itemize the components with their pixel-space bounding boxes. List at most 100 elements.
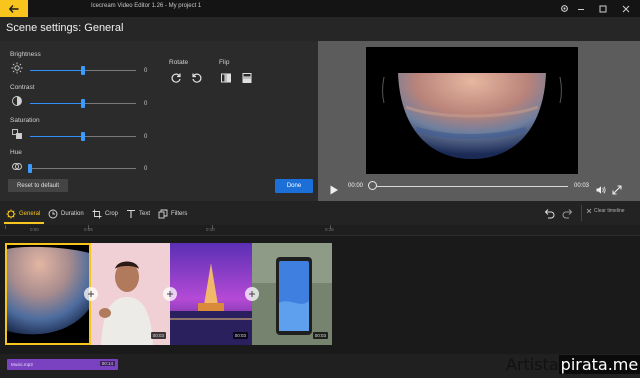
transition-icon xyxy=(167,291,173,297)
audio-clip-duration: 00:14 xyxy=(99,361,115,366)
seek-thumb[interactable] xyxy=(368,181,377,190)
clear-timeline-button[interactable]: Clear timeline xyxy=(586,208,625,214)
clip-duration: 00:03 xyxy=(312,332,328,339)
contrast-value: 0 xyxy=(144,101,148,107)
flip-vertical-icon xyxy=(241,72,252,83)
ruler-tick xyxy=(5,225,6,229)
tab-filters-label: Filters xyxy=(171,210,188,217)
crop-icon xyxy=(92,209,102,218)
hue-slider[interactable] xyxy=(28,164,136,173)
pagoda-thumbnail xyxy=(170,243,252,345)
maximize-icon xyxy=(599,5,607,12)
rotate-ccw-button[interactable] xyxy=(189,70,204,85)
saturation-slider[interactable] xyxy=(30,132,136,141)
rotate-cw-button[interactable] xyxy=(168,70,183,85)
brightness-slider[interactable] xyxy=(30,66,136,75)
slider-track xyxy=(30,168,136,169)
tab-crop-label: Crop xyxy=(105,210,119,217)
gear-icon xyxy=(560,5,568,12)
hue-control: Hue 0 xyxy=(10,149,148,181)
slider-thumb[interactable] xyxy=(81,99,85,108)
gear-icon xyxy=(6,209,16,218)
brightness-label: Brightness xyxy=(10,51,41,58)
ruler-label: 0:15 xyxy=(325,227,334,232)
contrast-label: Contrast xyxy=(10,84,35,91)
play-button[interactable] xyxy=(329,182,339,195)
volume-icon xyxy=(596,186,606,194)
ruler-label: 0:05 xyxy=(84,227,93,232)
settings-button[interactable] xyxy=(557,3,571,14)
preview-panel: 00:00 00:03 xyxy=(318,41,640,201)
expand-icon xyxy=(612,185,622,195)
audio-clip[interactable]: Music.mp3 00:14 xyxy=(7,359,118,370)
undo-button[interactable] xyxy=(543,207,555,219)
slider-fill xyxy=(30,136,83,137)
tab-duration[interactable]: Duration xyxy=(48,207,84,220)
total-time: 00:03 xyxy=(574,183,590,189)
arrow-left-icon xyxy=(9,4,19,13)
clip-phone[interactable]: 00:03 xyxy=(252,243,332,345)
tab-filters[interactable]: Filters xyxy=(158,207,187,220)
player-controls: 00:00 00:03 xyxy=(318,180,640,195)
page-title: Scene settings: General xyxy=(6,22,124,34)
transition-button[interactable] xyxy=(84,287,98,301)
rotate-label: Rotate xyxy=(169,59,189,66)
window-title: Icecream Video Editor 1.26 - My project … xyxy=(91,3,202,9)
ruler-label: 0:00 xyxy=(30,227,39,232)
settings-panel: Brightness 0 Contrast 0 Saturation 0 Hue… xyxy=(0,41,318,201)
flip-vertical-button[interactable] xyxy=(239,70,254,85)
close-button[interactable] xyxy=(619,3,633,14)
volume-button[interactable] xyxy=(596,182,606,194)
contrast-icon xyxy=(12,96,22,106)
text-icon xyxy=(127,209,135,218)
flip-label: Flip xyxy=(219,59,230,66)
clear-timeline-label: Clear timeline xyxy=(594,208,625,214)
slider-thumb[interactable] xyxy=(81,132,85,141)
undo-icon xyxy=(544,209,555,219)
contrast-slider[interactable] xyxy=(30,99,136,108)
video-preview xyxy=(366,47,578,174)
active-tab-indicator xyxy=(4,222,44,224)
timeline-ruler[interactable]: 0:00 0:05 0:10 0:15 xyxy=(0,225,640,236)
tab-text[interactable]: Text xyxy=(126,207,150,220)
tab-crop[interactable]: Crop xyxy=(92,207,118,220)
saturation-control: Saturation 0 xyxy=(10,117,148,149)
saturation-value: 0 xyxy=(144,134,148,140)
slider-thumb[interactable] xyxy=(81,66,85,75)
man-thumbnail xyxy=(91,243,170,345)
minimize-button[interactable] xyxy=(574,3,588,14)
audio-clip-label: Music.mp3 xyxy=(11,362,33,367)
done-button[interactable]: Done xyxy=(275,179,313,193)
slider-thumb[interactable] xyxy=(28,164,32,173)
tab-general-label: General xyxy=(19,210,41,217)
saturation-label: Saturation xyxy=(10,117,40,124)
brightness-control: Brightness 0 xyxy=(10,51,148,83)
clip-planet[interactable] xyxy=(5,243,91,345)
tab-general[interactable]: General xyxy=(6,207,40,220)
phone-thumbnail xyxy=(252,243,332,345)
flip-horizontal-button[interactable] xyxy=(218,70,233,85)
hue-value: 0 xyxy=(144,166,148,172)
brightness-value: 0 xyxy=(144,68,148,74)
redo-button[interactable] xyxy=(562,207,574,219)
slider-fill xyxy=(30,70,83,71)
maximize-button[interactable] xyxy=(596,3,610,14)
seek-bar[interactable] xyxy=(370,186,568,187)
clip-duration: 00:03 xyxy=(150,332,166,339)
close-icon xyxy=(622,5,630,12)
play-icon xyxy=(330,185,338,195)
back-button[interactable] xyxy=(0,0,28,17)
flip-horizontal-icon xyxy=(220,72,231,83)
reset-to-default-button[interactable]: Reset to default xyxy=(8,179,68,192)
fullscreen-button[interactable] xyxy=(612,182,622,195)
contrast-control: Contrast 0 xyxy=(10,84,148,116)
current-time: 00:00 xyxy=(348,183,364,189)
clip-man[interactable]: 00:03 xyxy=(91,243,170,345)
transition-button[interactable] xyxy=(163,287,177,301)
watermark-part2: pirata.me xyxy=(558,355,640,374)
planet-image xyxy=(382,73,562,159)
sun-icon xyxy=(11,62,23,74)
transition-button[interactable] xyxy=(245,287,259,301)
header: Scene settings: General xyxy=(0,17,640,41)
clip-pagoda[interactable]: 00:03 xyxy=(170,243,252,345)
